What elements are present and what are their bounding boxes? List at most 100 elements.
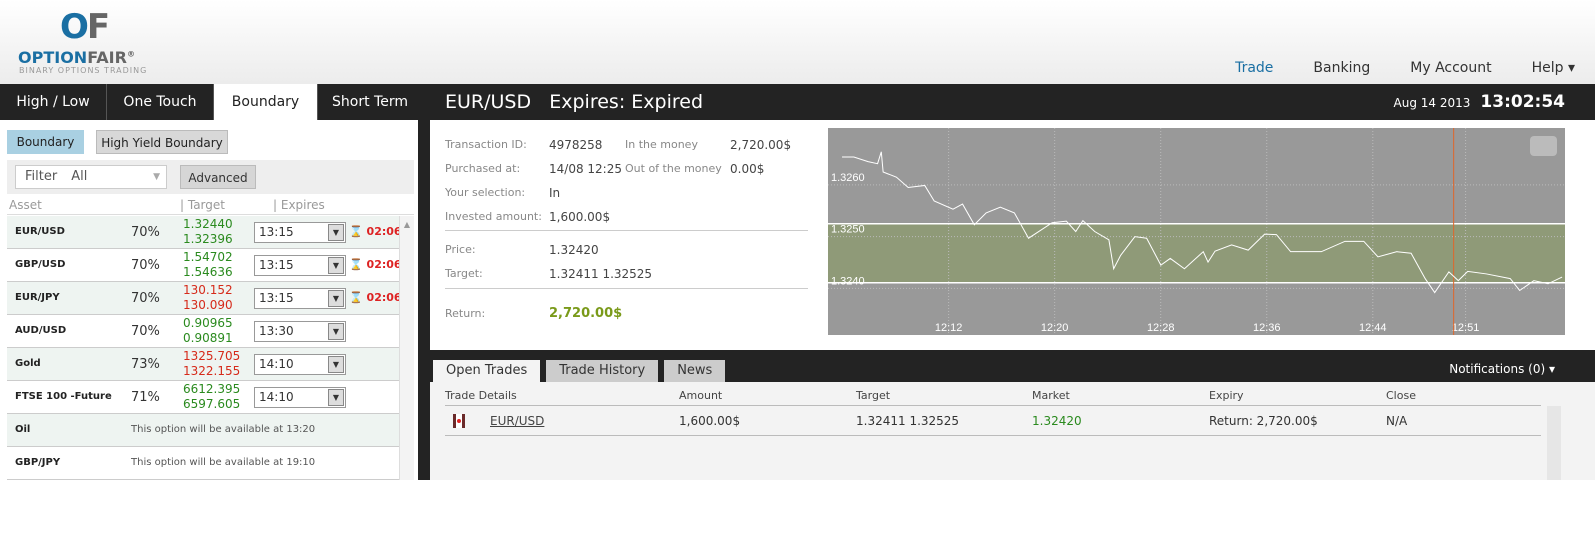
chevron-down-icon: ▼ bbox=[328, 257, 344, 274]
tab-trade-history[interactable]: Trade History bbox=[546, 360, 659, 382]
asset-pair: EUR/USD bbox=[445, 91, 532, 113]
invested-amount: 1,600.00$ bbox=[549, 210, 611, 224]
trades-scrollbar[interactable] bbox=[1547, 406, 1561, 480]
countdown-timer: ⌛ 02:06 bbox=[349, 258, 402, 271]
y-tick-label: 1.3260 bbox=[831, 172, 865, 184]
asset-header: EUR/USD Expires: Expired bbox=[445, 84, 703, 120]
x-tick-label: 12:20 bbox=[1041, 322, 1069, 334]
x-tick-label: 12:28 bbox=[1147, 322, 1175, 334]
chevron-down-icon: ▼ bbox=[328, 356, 344, 373]
clock-time: 13:02:54 bbox=[1480, 92, 1565, 112]
nav-trade[interactable]: Trade bbox=[1215, 60, 1293, 76]
asset-name: EUR/JPY bbox=[15, 292, 60, 303]
asset-row[interactable]: EUR/USD 70% 1.32440 1.32396 13:15 ▼ ⌛ 02:06 bbox=[7, 216, 405, 249]
payout: 70% bbox=[131, 225, 160, 240]
high-yield-boundary-subtab[interactable]: High Yield Boundary bbox=[96, 130, 228, 154]
y-tick-label: 1.3250 bbox=[831, 224, 865, 236]
expiry-select[interactable]: 14:10 ▼ bbox=[254, 387, 346, 408]
price: 1.32420 bbox=[549, 243, 599, 257]
asset-row[interactable]: Gold 73% 1325.705 1322.155 14:10 ▼ bbox=[7, 348, 405, 381]
countdown-timer: ⌛ 02:06 bbox=[349, 225, 402, 238]
availability-message: This option will be available at 13:20 bbox=[131, 424, 316, 435]
expiry-select[interactable]: 13:30 ▼ bbox=[254, 321, 346, 342]
payout: 71% bbox=[131, 390, 160, 405]
notifications-dropdown[interactable]: Notifications (0) ▾ bbox=[1449, 360, 1555, 378]
nav-banking[interactable]: Banking bbox=[1293, 60, 1390, 76]
nav-help[interactable]: Help ▾ bbox=[1512, 60, 1595, 76]
optionfair-logo[interactable]: OF OPTIONFAIR® BINARY OPTIONS TRADING bbox=[18, 10, 188, 75]
asset-row[interactable]: EUR/JPY 70% 130.152 130.090 13:15 ▼ ⌛ 02:06 bbox=[7, 282, 405, 315]
tab-high-low[interactable]: High / Low bbox=[0, 84, 107, 120]
expires-label: Expires: bbox=[549, 91, 626, 113]
divider bbox=[445, 288, 808, 289]
target-range: 1.54702 1.54636 bbox=[183, 250, 233, 279]
asset-list-scrollbar[interactable]: ▲ bbox=[399, 216, 414, 480]
x-tick-label: 12:51 bbox=[1452, 322, 1480, 334]
target-band bbox=[828, 223, 1565, 283]
expiry-select[interactable]: 14:10 ▼ bbox=[254, 354, 346, 375]
tab-short-term[interactable]: Short Term bbox=[318, 84, 422, 120]
price-chart: 12:12 12:20 12:28 12:36 12:44 12:51 1.3260 1.32… bbox=[828, 128, 1565, 335]
expiry-select[interactable]: 13:15 ▼ bbox=[254, 222, 346, 243]
hourglass-icon: ⌛ bbox=[349, 291, 363, 304]
asset-row[interactable]: AUD/USD 70% 0.90965 0.90891 13:30 ▼ bbox=[7, 315, 405, 348]
target-range: 130.152 130.090 bbox=[183, 283, 233, 312]
chevron-down-icon: ▼ bbox=[328, 389, 344, 406]
scroll-up-icon: ▲ bbox=[403, 220, 411, 229]
asset-row[interactable]: GBP/USD 70% 1.54702 1.54636 13:15 ▼ ⌛ 02:06 bbox=[7, 249, 405, 282]
transaction-id: 4978258 bbox=[549, 138, 603, 152]
tab-boundary[interactable]: Boundary bbox=[214, 84, 318, 120]
advanced-button[interactable]: Advanced bbox=[180, 165, 256, 189]
expires-value: Expired bbox=[631, 91, 704, 113]
asset-table-header: Asset | Target | Expires bbox=[7, 198, 414, 215]
target-range: 6612.395 6597.605 bbox=[183, 382, 241, 411]
flag-icon bbox=[453, 414, 465, 428]
hourglass-icon: ⌛ bbox=[349, 225, 363, 238]
hourglass-icon: ⌛ bbox=[349, 258, 363, 271]
purchased-at: 14/08 12:25 bbox=[549, 162, 622, 176]
panel-divider bbox=[418, 120, 430, 480]
asset-row[interactable]: Oil This option will be available at 13:2… bbox=[7, 414, 405, 447]
top-nav: Trade Banking My Account Help ▾ bbox=[1215, 60, 1595, 76]
chevron-down-icon: ▼ bbox=[328, 224, 344, 241]
payout: 70% bbox=[131, 258, 160, 273]
asset-name: AUD/USD bbox=[15, 325, 67, 336]
asset-name: GBP/JPY bbox=[15, 457, 61, 468]
header: OF OPTIONFAIR® BINARY OPTIONS TRADING Tr… bbox=[0, 0, 1595, 84]
bottom-tabs: Open Trades Trade History News bbox=[433, 360, 726, 382]
boundary-subtab[interactable]: Boundary bbox=[7, 130, 84, 154]
asset-row[interactable]: FTSE 100 -Future 71% 6612.395 6597.605 14:… bbox=[7, 381, 405, 414]
countdown-timer: ⌛ 02:06 bbox=[349, 291, 402, 304]
target-range: 1325.705 1322.155 bbox=[183, 349, 241, 378]
chart-expand-icon[interactable] bbox=[1530, 136, 1557, 156]
nav-my-account[interactable]: My Account bbox=[1390, 60, 1511, 76]
availability-message: This option will be available at 19:10 bbox=[131, 457, 316, 468]
chevron-down-icon: ▼ bbox=[328, 290, 344, 307]
target-range: 1.32440 1.32396 bbox=[183, 217, 233, 246]
clock: Aug 14 2013 13:02:54 bbox=[1394, 84, 1565, 120]
y-tick-label: 1.3240 bbox=[831, 275, 865, 287]
option-type-tabs: High / Low One Touch Boundary Short Term bbox=[0, 84, 422, 120]
return-amount: 2,720.00$ bbox=[549, 306, 623, 321]
x-tick-label: 12:12 bbox=[935, 322, 963, 334]
expiry-select[interactable]: 13:15 ▼ bbox=[254, 255, 346, 276]
tab-one-touch[interactable]: One Touch bbox=[107, 84, 214, 120]
asset-name: Oil bbox=[15, 424, 31, 435]
expiry-select[interactable]: 13:15 ▼ bbox=[254, 288, 346, 309]
trade-asset-link[interactable]: EUR/USD bbox=[490, 406, 544, 436]
trades-table-header: Trade Details Amount Target Market Expir… bbox=[445, 389, 1541, 406]
filter-select[interactable]: Filter All ▼ bbox=[15, 165, 167, 189]
asset-list: EUR/USD 70% 1.32440 1.32396 13:15 ▼ ⌛ 02:06 G… bbox=[7, 216, 405, 480]
payout: 70% bbox=[131, 324, 160, 339]
target: 1.32411 1.32525 bbox=[549, 267, 653, 281]
trade-row[interactable]: EUR/USD 1,600.00$ 1.32411 1.32525 1.3242… bbox=[445, 406, 1541, 436]
tab-open-trades[interactable]: Open Trades bbox=[433, 360, 541, 382]
payout: 70% bbox=[131, 291, 160, 306]
in-the-money-value: 2,720.00$ bbox=[730, 138, 792, 152]
asset-name: GBP/USD bbox=[15, 259, 66, 270]
asset-name: EUR/USD bbox=[15, 226, 65, 237]
tab-news[interactable]: News bbox=[664, 360, 726, 382]
payout: 73% bbox=[131, 357, 160, 372]
asset-name: Gold bbox=[15, 358, 41, 369]
asset-row[interactable]: GBP/JPY This option will be available at … bbox=[7, 447, 405, 480]
